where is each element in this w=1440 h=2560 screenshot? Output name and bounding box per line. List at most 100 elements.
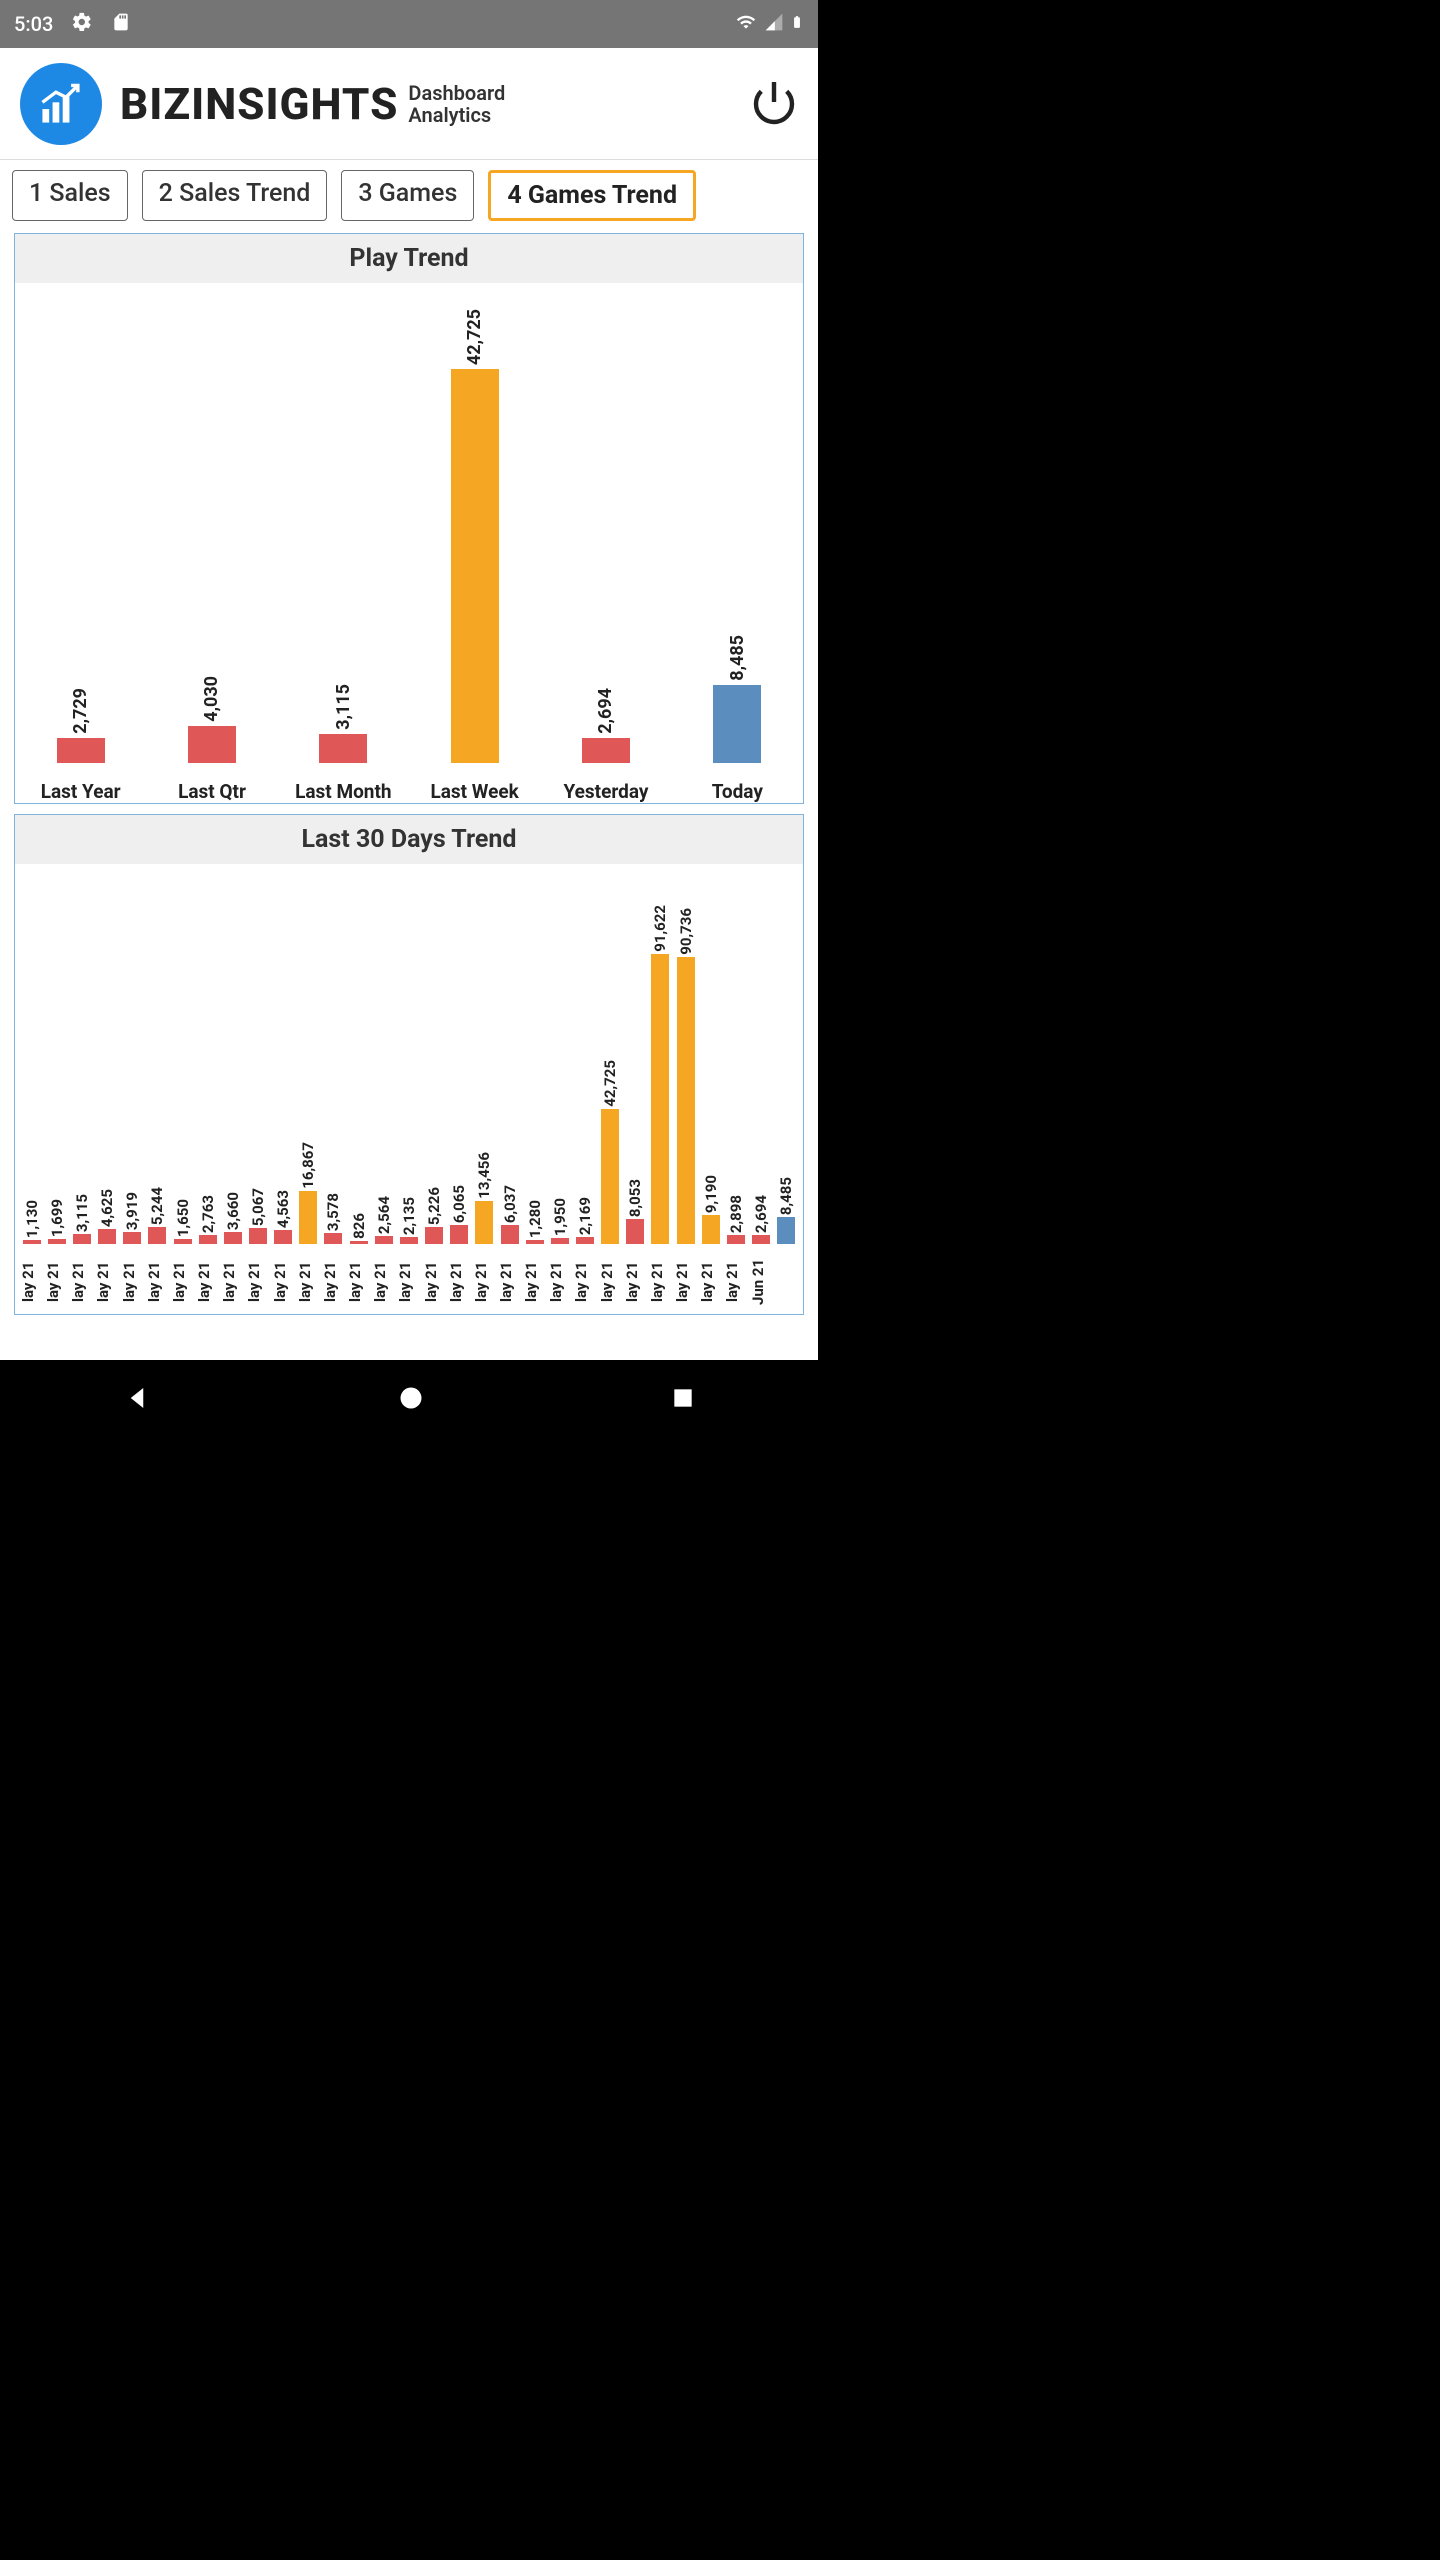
category-label: lay 21: [723, 1250, 748, 1314]
bar-rect: [148, 1227, 166, 1244]
bar-value-label: 2,135: [400, 1197, 418, 1235]
bar-value-label: 42,725: [464, 309, 485, 365]
category-label: lay 21: [245, 1250, 270, 1314]
category-label: [774, 1250, 799, 1314]
bar-rect: [48, 1239, 66, 1244]
category-label: lay 21: [120, 1250, 145, 1314]
chart-bar: 2,898: [723, 1195, 748, 1244]
tab-sales-trend[interactable]: 2 Sales Trend: [142, 170, 328, 221]
bar-value-label: 4,030: [201, 676, 222, 722]
category-label: lay 21: [170, 1250, 195, 1314]
category-label: lay 21: [94, 1250, 119, 1314]
bar-rect: [319, 734, 367, 763]
home-button[interactable]: [397, 1384, 425, 1416]
bar-rect: [174, 1239, 192, 1244]
bar-value-label: 2,694: [595, 688, 616, 734]
category-label: lay 21: [220, 1250, 245, 1314]
bar-value-label: 5,067: [249, 1188, 267, 1226]
wifi-icon: [734, 12, 758, 37]
chart-bar: 2,694: [540, 688, 671, 763]
bar-rect: [651, 954, 669, 1244]
chart-bar: 9,190: [698, 1175, 723, 1244]
chart-bar: 1,280: [522, 1200, 547, 1244]
bar-value-label: 4,563: [274, 1190, 292, 1228]
bar-value-label: 2,169: [576, 1197, 594, 1235]
bar-rect: [98, 1229, 116, 1244]
chart-bar: 3,115: [69, 1194, 94, 1244]
bar-rect: [123, 1232, 141, 1244]
gear-icon: [71, 11, 93, 38]
chart-title: Play Trend: [15, 234, 803, 283]
battery-icon: [790, 11, 804, 38]
chart-bar: 1,950: [547, 1198, 572, 1244]
category-label: Last Week: [409, 780, 540, 803]
play-trend-card: Play Trend 2,7294,0303,11542,7252,6948,4…: [14, 233, 804, 804]
back-button[interactable]: [122, 1383, 152, 1417]
bar-value-label: 3,660: [224, 1192, 242, 1230]
category-label: lay 21: [447, 1250, 472, 1314]
content-area: BIZINSIGHTS Dashboard Analytics 1 Sales …: [0, 48, 818, 1360]
bar-rect: [582, 738, 630, 763]
bar-value-label: 1,280: [526, 1200, 544, 1238]
category-label: lay 21: [673, 1250, 698, 1314]
bar-value-label: 4,625: [98, 1189, 116, 1227]
chart-bar: 91,622: [648, 905, 673, 1244]
bar-value-label: 826: [350, 1213, 368, 1239]
bar-rect: [727, 1235, 745, 1244]
bar-value-label: 90,736: [677, 908, 695, 955]
bar-value-label: 3,578: [324, 1193, 342, 1231]
logo-icon: [20, 63, 102, 145]
bar-rect: [249, 1228, 267, 1244]
bar-value-label: 1,950: [551, 1198, 569, 1236]
category-label: lay 21: [44, 1250, 69, 1314]
signal-icon: [764, 12, 784, 37]
bar-rect: [450, 1225, 468, 1244]
bar-value-label: 1,130: [23, 1200, 41, 1238]
last-30-days-chart[interactable]: 1,1301,6993,1154,6253,9195,2441,6502,763…: [15, 864, 803, 1314]
bar-rect: [475, 1201, 493, 1244]
category-label: lay 21: [396, 1250, 421, 1314]
chart-bar: 3,115: [278, 684, 409, 763]
chart-bar: 42,725: [598, 1060, 623, 1244]
bar-rect: [350, 1241, 368, 1244]
bar-rect: [752, 1235, 770, 1244]
category-label: Today: [672, 780, 803, 803]
play-trend-chart[interactable]: 2,7294,0303,11542,7252,6948,485 Last Yea…: [15, 283, 803, 803]
bar-rect: [677, 957, 695, 1244]
brand-sub2: Analytics: [408, 104, 505, 126]
tab-games-trend[interactable]: 4 Games Trend: [488, 170, 696, 221]
bar-value-label: 3,919: [123, 1192, 141, 1230]
bar-rect: [73, 1234, 91, 1244]
bar-rect: [713, 685, 761, 763]
bar-rect: [400, 1237, 418, 1244]
bar-value-label: 2,694: [752, 1195, 770, 1233]
bar-rect: [777, 1217, 795, 1244]
chart-bar: 826: [346, 1213, 371, 1244]
bar-value-label: 16,867: [299, 1142, 317, 1189]
chart-bar: 4,625: [94, 1189, 119, 1244]
recent-button[interactable]: [670, 1385, 696, 1415]
tab-games[interactable]: 3 Games: [341, 170, 474, 221]
chart-bar: 8,053: [623, 1179, 648, 1244]
bar-rect: [23, 1240, 41, 1244]
bar-rect: [299, 1191, 317, 1244]
category-label: lay 21: [346, 1250, 371, 1314]
chart-bar: 8,485: [672, 635, 803, 763]
power-button[interactable]: [750, 78, 798, 130]
bar-rect: [451, 369, 499, 763]
category-label: lay 21: [572, 1250, 597, 1314]
app-header: BIZINSIGHTS Dashboard Analytics: [0, 48, 818, 160]
bar-value-label: 6,065: [450, 1185, 468, 1223]
category-label: lay 21: [69, 1250, 94, 1314]
category-label: lay 21: [321, 1250, 346, 1314]
chart-bar: 1,699: [44, 1199, 69, 1244]
tab-sales[interactable]: 1 Sales: [12, 170, 128, 221]
chart-title: Last 30 Days Trend: [15, 815, 803, 864]
bar-value-label: 6,037: [501, 1185, 519, 1223]
tabs-row: 1 Sales 2 Sales Trend 3 Games 4 Games Tr…: [0, 160, 818, 227]
sd-card-icon: [111, 11, 131, 38]
bar-value-label: 8,053: [626, 1179, 644, 1217]
bar-rect: [274, 1230, 292, 1244]
status-time: 5:03: [14, 12, 53, 36]
chart-bar: 6,065: [447, 1185, 472, 1244]
